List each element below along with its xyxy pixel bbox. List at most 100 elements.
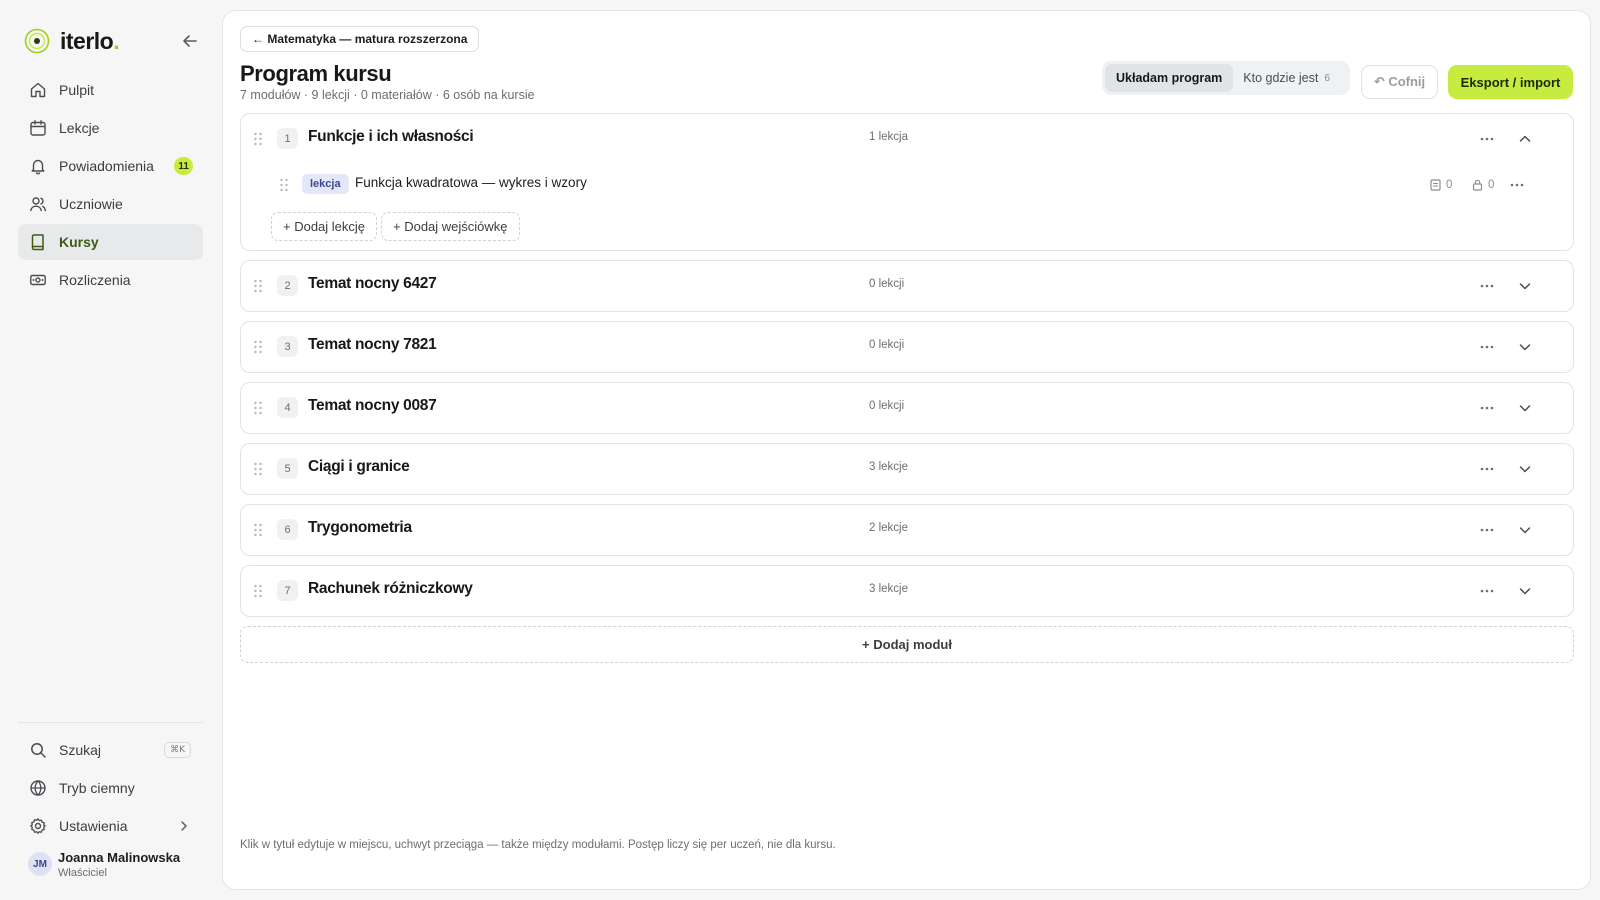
tab-program[interactable]: Układam program <box>1105 64 1234 92</box>
more-options-icon[interactable] <box>1477 520 1497 540</box>
more-options-icon[interactable] <box>1477 129 1497 149</box>
sidebar-item-pulpit[interactable]: Pulpit <box>18 72 203 108</box>
sidebar-item-rozliczenia[interactable]: Rozliczenia <box>18 262 203 298</box>
add-quiz-button[interactable]: + Dodaj wejściówkę <box>381 212 520 241</box>
module-header: 6 Trygonometria 2 lekcje <box>241 505 1573 555</box>
module-title[interactable]: Funkcje i ich własności <box>308 128 474 146</box>
module-number: 1 <box>277 128 298 149</box>
module-add-actions: + Dodaj lekcję + Dodaj wejściówkę <box>241 206 1573 250</box>
module-lesson-count: 0 lekcji <box>869 339 905 351</box>
more-options-icon[interactable] <box>1477 276 1497 296</box>
sidebar-item-dark-mode[interactable]: Tryb ciemny <box>18 770 203 806</box>
module-card: 6 Trygonometria 2 lekcje <box>240 504 1574 556</box>
lesson-materials-count: 0 <box>1430 177 1452 193</box>
tab-label: Kto gdzie jest <box>1243 71 1319 85</box>
module-header: 3 Temat nocny 7821 0 lekcji <box>241 322 1573 372</box>
drag-handle-icon[interactable] <box>253 279 263 293</box>
module-number: 4 <box>277 397 298 418</box>
chevron-down-icon[interactable] <box>1516 460 1534 478</box>
sidebar: iterlo. Pulpit Lekcje Powiadomienia 11 U… <box>0 0 212 900</box>
module-lesson-count: 0 lekcji <box>869 278 905 290</box>
tab-count: 6 <box>1324 72 1330 84</box>
view-switcher: Układam program Kto gdzie jest 6 <box>1102 61 1350 95</box>
sidebar-item-uczniowie[interactable]: Uczniowie <box>18 186 203 222</box>
module-header: 1 Funkcje i ich własności 1 lekcja <box>241 114 1573 164</box>
search-icon <box>28 740 48 760</box>
user-profile[interactable]: JM Joanna Malinowska Właściciel <box>28 850 204 884</box>
sidebar-item-lekcje[interactable]: Lekcje <box>18 110 203 146</box>
drag-handle-icon[interactable] <box>253 401 263 415</box>
lesson-title[interactable]: Funkcja kwadratowa — wykres i wzory <box>355 175 587 190</box>
search-shortcut: ⌘K <box>164 742 191 758</box>
module-header: 4 Temat nocny 0087 0 lekcji <box>241 383 1573 433</box>
sidebar-item-label: Szukaj <box>59 742 102 758</box>
add-module-button[interactable]: + Dodaj moduł <box>240 626 1574 663</box>
sidebar-item-kursy[interactable]: Kursy <box>18 224 203 260</box>
more-options-icon[interactable] <box>1507 175 1527 195</box>
drag-handle-icon[interactable] <box>253 132 263 146</box>
more-options-icon[interactable] <box>1477 398 1497 418</box>
drag-handle-icon[interactable] <box>253 462 263 476</box>
module-number: 7 <box>277 580 298 601</box>
undo-button[interactable]: ↶ Cofnij <box>1361 65 1438 99</box>
chevron-down-icon[interactable] <box>1516 338 1534 356</box>
module-title[interactable]: Temat nocny 7821 <box>308 336 437 354</box>
gear-icon <box>28 816 48 836</box>
chevron-down-icon[interactable] <box>1516 521 1534 539</box>
more-options-icon[interactable] <box>1477 581 1497 601</box>
user-role: Właściciel <box>58 867 107 879</box>
lock-count-value: 0 <box>1488 179 1495 191</box>
sidebar-item-powiadomienia[interactable]: Powiadomienia 11 <box>18 148 203 184</box>
module-title[interactable]: Temat nocny 0087 <box>308 397 437 415</box>
globe-icon <box>28 778 48 798</box>
module-card: 1 Funkcje i ich własności 1 lekcja lekcj… <box>240 113 1574 251</box>
drag-handle-icon[interactable] <box>253 584 263 598</box>
module-number: 6 <box>277 519 298 540</box>
sidebar-item-label: Uczniowie <box>59 196 123 212</box>
drag-handle-icon[interactable] <box>279 178 289 192</box>
drag-handle-icon[interactable] <box>253 523 263 537</box>
sidebar-item-label: Powiadomienia <box>59 158 154 174</box>
sidebar-item-label: Rozliczenia <box>59 272 131 288</box>
lesson-lock-count: 0 <box>1472 177 1494 193</box>
module-title[interactable]: Ciągi i granice <box>308 458 410 476</box>
module-card: 7 Rachunek różniczkowy 3 lekcje <box>240 565 1574 617</box>
arrow-left-icon[interactable] <box>180 31 200 51</box>
lesson-type-badge: lekcja <box>302 174 349 194</box>
sidebar-item-settings[interactable]: Ustawienia <box>18 808 203 844</box>
notification-count-badge: 11 <box>174 157 193 175</box>
add-lesson-button[interactable]: + Dodaj lekcję <box>271 212 378 241</box>
module-card: 4 Temat nocny 0087 0 lekcji <box>240 382 1574 434</box>
users-icon <box>28 194 48 214</box>
bell-icon <box>28 156 48 176</box>
module-card: 5 Ciągi i granice 3 lekcje <box>240 443 1574 495</box>
module-header: 2 Temat nocny 6427 0 lekcji <box>241 261 1573 311</box>
module-title[interactable]: Temat nocny 6427 <box>308 275 437 293</box>
lock-icon <box>1472 179 1483 191</box>
module-list: 1 Funkcje i ich własności 1 lekcja lekcj… <box>240 113 1574 663</box>
sidebar-item-label: Lekcje <box>59 120 100 136</box>
sidebar-item-search[interactable]: Szukaj ⌘K <box>18 732 203 768</box>
tab-who-is-where[interactable]: Kto gdzie jest 6 <box>1233 64 1340 92</box>
course-summary: 7 modułów · 9 lekcji · 0 materiałów · 6 … <box>240 88 535 102</box>
more-options-icon[interactable] <box>1477 459 1497 479</box>
brand: iterlo. <box>24 26 200 56</box>
chevron-down-icon[interactable] <box>1516 582 1534 600</box>
module-title[interactable]: Trygonometria <box>308 519 412 537</box>
brand-name: iterlo. <box>60 28 120 54</box>
chevron-up-icon[interactable] <box>1516 130 1534 148</box>
chevron-down-icon[interactable] <box>1516 399 1534 417</box>
module-lesson-count: 0 lekcji <box>869 400 905 412</box>
module-title[interactable]: Rachunek różniczkowy <box>308 580 473 598</box>
banknote-icon <box>28 270 48 290</box>
drag-handle-icon[interactable] <box>253 340 263 354</box>
chevron-down-icon[interactable] <box>1516 277 1534 295</box>
more-options-icon[interactable] <box>1477 337 1497 357</box>
module-lesson-count: 1 lekcja <box>869 131 908 143</box>
materials-count-value: 0 <box>1446 179 1453 191</box>
module-header: 5 Ciągi i granice 3 lekcje <box>241 444 1573 494</box>
export-import-button[interactable]: Eksport / import <box>1448 65 1573 99</box>
main-panel: ← Matematyka — matura rozszerzona Progra… <box>222 10 1591 890</box>
module-lesson-count: 3 lekcje <box>869 461 908 473</box>
back-to-course-button[interactable]: ← Matematyka — matura rozszerzona <box>240 26 480 52</box>
